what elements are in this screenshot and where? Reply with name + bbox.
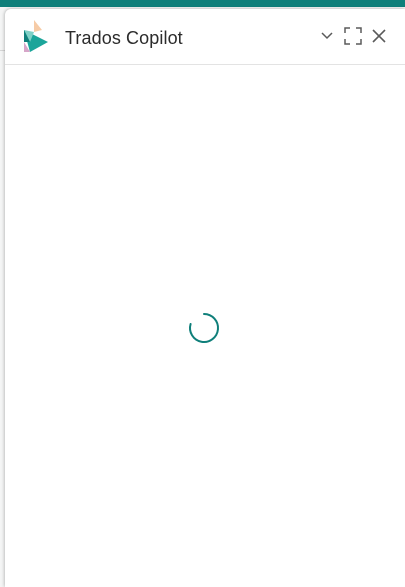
panel-body (5, 65, 405, 586)
copilot-panel: Trados Copilot (5, 9, 405, 587)
close-icon (372, 29, 386, 43)
chevron-down-icon (321, 32, 333, 40)
fullscreen-icon (344, 27, 362, 45)
close-button[interactable] (368, 25, 390, 47)
trados-logo-icon (22, 20, 50, 53)
collapse-button[interactable] (316, 25, 338, 47)
loading-spinner-icon (187, 311, 221, 345)
panel-title: Trados Copilot (65, 28, 183, 48)
app-page: Trados Copilot (0, 0, 405, 587)
panel-header: Trados Copilot (5, 9, 405, 65)
expand-button[interactable] (342, 25, 364, 47)
top-accent-bar (0, 0, 405, 7)
